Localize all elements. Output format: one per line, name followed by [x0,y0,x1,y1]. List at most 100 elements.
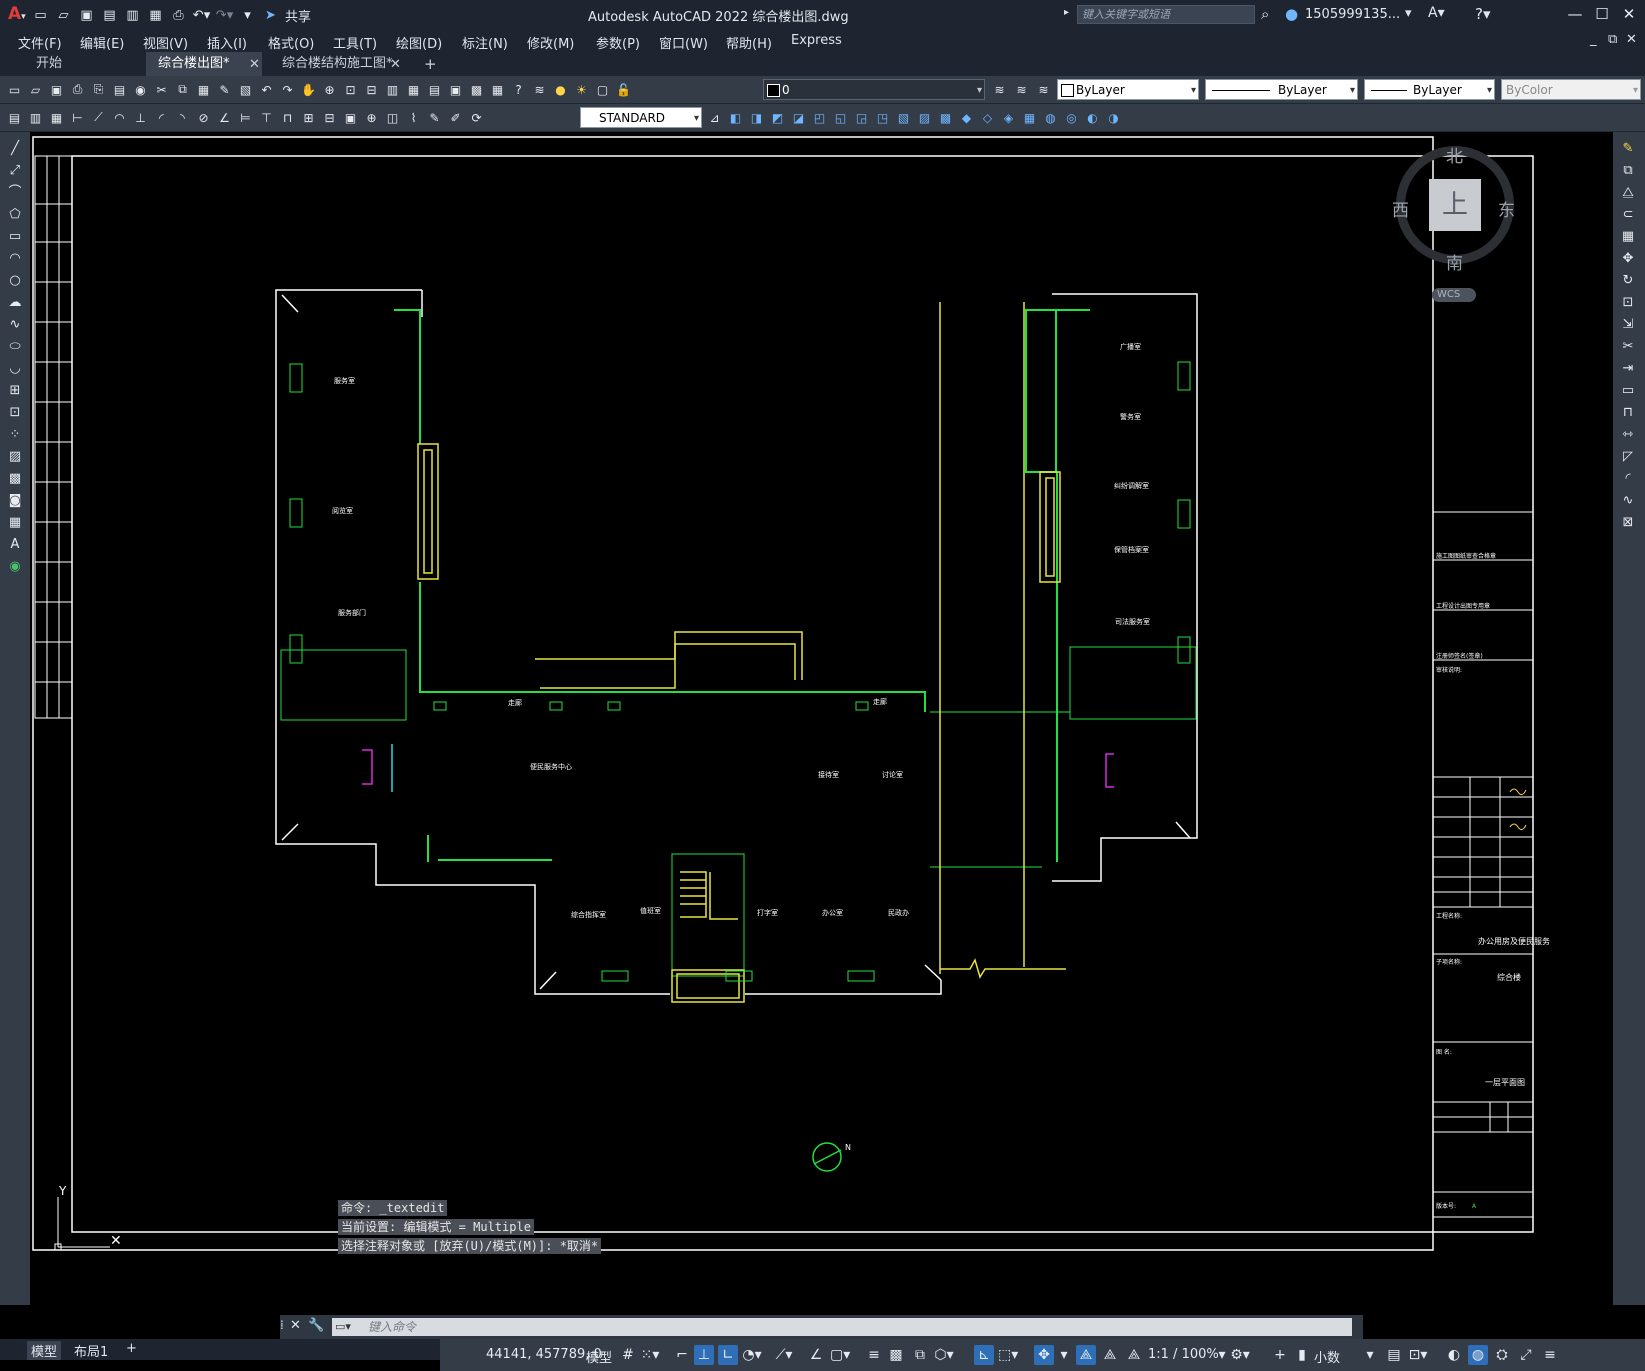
thicken-icon[interactable]: ▨ [916,109,933,126]
minimize-button[interactable]: — [1564,4,1586,24]
linear-dim-icon[interactable]: ⊢ [69,109,86,126]
units-value[interactable]: 小数 [1314,1347,1340,1366]
gradient-icon[interactable]: ▩ [6,470,24,488]
menu-help[interactable]: 帮助(H) [726,33,772,52]
scale-icon[interactable]: ⊡ [1619,294,1637,312]
ellipse-icon[interactable]: ⬭ [6,338,24,356]
workspace-gear-icon[interactable]: ⚙▾ [1230,1345,1250,1365]
designcenter-icon[interactable]: ▦ [405,81,422,98]
break-point-icon[interactable]: ▭ [1619,382,1637,400]
cut-icon[interactable]: ✂ [153,81,170,98]
object-snap-icon[interactable]: ▢▾ [830,1345,850,1365]
lineweight-dropdown[interactable]: ByLayer ▾ [1364,79,1495,100]
search-arrow-icon[interactable]: ▸ [1064,7,1069,18]
table-style-icon[interactable]: ▦ [48,109,65,126]
autodesk-app-icon[interactable]: A▾ [1428,5,1445,21]
customize-qat-icon[interactable]: ▾ [239,7,256,23]
region-icon[interactable]: ◙ [6,492,24,510]
autocad-logo-icon[interactable]: A▾ [8,4,26,24]
line-icon[interactable]: ╱ [6,140,24,158]
smooth-icon[interactable]: ◍ [1042,109,1059,126]
jogged-linear-icon[interactable]: ⌇ [405,109,422,126]
color-dropdown[interactable]: ByLayer ▾ [1057,79,1199,100]
annotation-scale-icon[interactable]: ⟁ [1124,1345,1144,1365]
publish-icon[interactable]: ▤ [111,81,128,98]
hatch-icon[interactable]: ▨ [6,448,24,466]
ortho-icon[interactable]: ∟ [718,1345,738,1365]
dimspace-icon[interactable]: ⊞ [300,109,317,126]
clean-screen-icon[interactable]: ⛭ [1492,1345,1512,1365]
help-icon[interactable]: ?▾ [1475,5,1491,23]
mtext-icon[interactable]: A [6,536,24,554]
open-icon[interactable]: ▱ [27,81,44,98]
tolerance-icon[interactable]: ▣ [342,109,359,126]
point-icon[interactable]: ⁘ [6,426,24,444]
baseline-dim-icon[interactable]: ⊤ [258,109,275,126]
user-account[interactable]: 1505999135... [1305,7,1400,22]
plot-icon[interactable]: ⎙ [170,7,187,23]
loft-icon[interactable]: ◳ [874,109,891,126]
object-snap-tracking-icon[interactable]: ∠ [806,1345,826,1365]
rectangle-icon[interactable]: ▭ [6,228,24,246]
interfere-icon[interactable]: ▩ [937,109,954,126]
separate-icon[interactable]: ◈ [1000,109,1017,126]
menu-dimension[interactable]: 标注(N) [462,33,508,52]
menu-insert[interactable]: 插入(I) [207,33,247,52]
menu-parametric[interactable]: 参数(P) [596,33,640,52]
tab-layout1[interactable]: 布局1 [74,1341,108,1360]
layer-previous-icon[interactable]: ≋ [1013,81,1030,98]
user-icon[interactable]: ● [1285,5,1298,23]
toolpalette-icon[interactable]: ▤ [426,81,443,98]
continue-dim-icon[interactable]: ⊓ [279,109,296,126]
spline-icon[interactable]: ∿ [6,316,24,334]
mesh-icon[interactable]: ▦ [1021,109,1038,126]
pan-icon[interactable]: ✋ [300,81,317,98]
save-icon[interactable]: ▣ [48,81,65,98]
menu-edit[interactable]: 编辑(E) [80,33,124,52]
viewcube-north[interactable]: 北 [1446,142,1463,167]
table-icon[interactable]: ▦ [6,514,24,532]
revolve-icon[interactable]: ◰ [811,109,828,126]
paste-icon[interactable]: ▦ [195,81,212,98]
help-icon[interactable]: ? [510,81,527,98]
3d-osnap-icon[interactable]: ⬡▾ [934,1345,954,1365]
doc-minimize-icon[interactable]: _ [1590,32,1597,47]
arc-icon[interactable]: ◠ [6,250,24,268]
crease-icon[interactable]: ◐ [1084,109,1101,126]
dimbreak-icon[interactable]: ⊟ [321,109,338,126]
slice-icon[interactable]: ▧ [895,109,912,126]
sheetset-icon[interactable]: ▣ [447,81,464,98]
solid-edit-icon[interactable]: ◆ [958,109,975,126]
scale-dropdown-icon[interactable]: ▾ [1212,1345,1232,1365]
hardware-acceleration-icon[interactable]: ◍ [1468,1345,1488,1365]
angular-dim-icon[interactable]: ∠ [216,109,233,126]
insert-block-icon[interactable]: ⊞ [6,382,24,400]
annotation-monitor-icon[interactable]: + [1270,1345,1290,1365]
split-face-icon[interactable]: ◑ [1105,109,1122,126]
array-icon[interactable]: ▦ [1619,228,1637,246]
layer-on-icon[interactable]: ● [552,81,569,98]
lock-ui-icon[interactable]: ⊡▾ [1408,1345,1428,1365]
add-selected-icon[interactable]: ◉ [6,558,24,576]
subtract-icon[interactable]: ◨ [748,109,765,126]
aligned-dim-icon[interactable]: ⟋ [90,109,107,126]
selection-filter-icon[interactable]: ⬚▾ [998,1345,1018,1365]
layer-match-icon[interactable]: ≋ [1035,81,1052,98]
command-input[interactable]: ▭▾ 键入命令 [332,1318,1352,1336]
save-icon[interactable]: ▣ [78,7,95,23]
help-search-input[interactable]: 键入关键字或短语 [1077,5,1255,24]
3dprint-icon[interactable]: ◉ [132,81,149,98]
dynamic-ucs-icon[interactable]: ⊾ [974,1345,994,1365]
open-web-icon[interactable]: ▥ [124,7,141,23]
copy-object-icon[interactable]: ⧉ [1619,162,1637,180]
stretch-icon[interactable]: ⇲ [1619,316,1637,334]
cart-icon[interactable]: ▾ [1405,6,1412,21]
join-icon[interactable]: ⇿ [1619,426,1637,444]
save-as-icon[interactable]: ▤ [101,7,118,23]
snap-icon[interactable]: ⁙▾ [640,1345,660,1365]
layer-dropdown[interactable]: 0 ▾ [763,79,985,100]
make-block-icon[interactable]: ⊡ [6,404,24,422]
qnew-icon[interactable]: ▭ [6,81,23,98]
undo-icon[interactable]: ↶▾ [193,7,210,23]
plot-icon[interactable]: ⎙ [69,81,86,98]
